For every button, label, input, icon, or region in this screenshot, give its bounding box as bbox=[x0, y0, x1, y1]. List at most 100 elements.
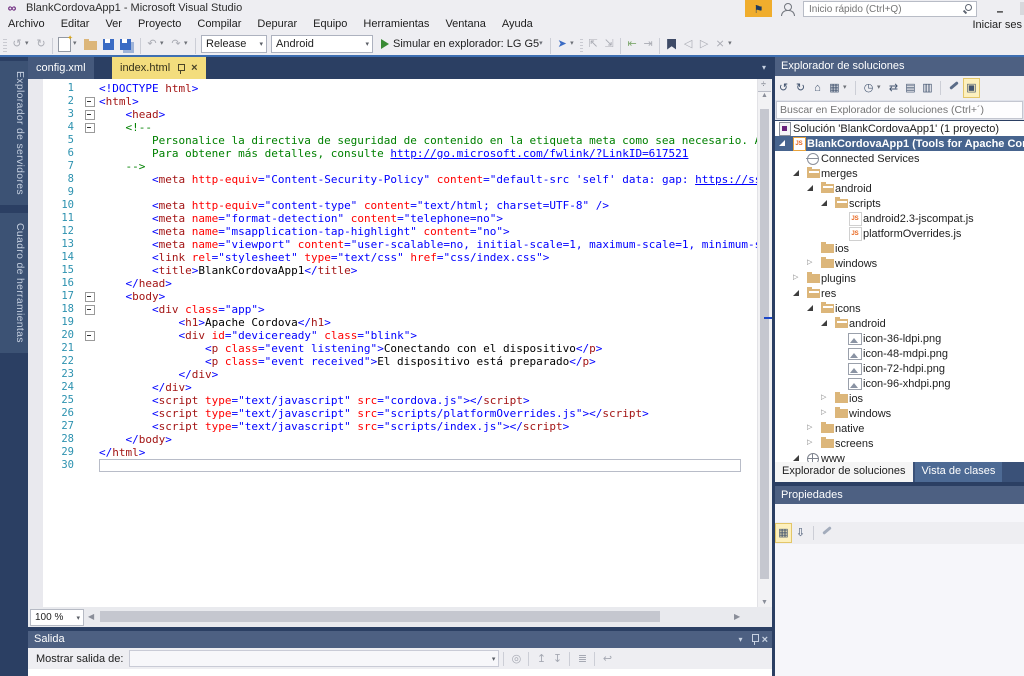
tree-item-ios[interactable]: ios bbox=[775, 391, 1024, 406]
code-line-6[interactable]: 6 Para obtener más detalles, consulte ht… bbox=[28, 147, 758, 160]
expander-closed-icon[interactable] bbox=[819, 406, 833, 421]
expander-closed-icon[interactable] bbox=[805, 436, 819, 451]
window-position-icon[interactable]: ▾ bbox=[734, 635, 748, 644]
scroll-left-icon[interactable]: ◀ bbox=[88, 612, 94, 621]
panel-tab-vista-de-clases[interactable]: Vista de clases bbox=[915, 462, 1003, 482]
tree-item-android[interactable]: android bbox=[775, 316, 1024, 331]
document-list-dropdown-icon[interactable] bbox=[762, 63, 766, 72]
solution-search-input[interactable] bbox=[776, 101, 1023, 119]
expander-open-icon[interactable] bbox=[777, 136, 791, 151]
code-line-15[interactable]: 15 <title>BlankCordovaApp1</title> bbox=[28, 264, 758, 277]
clear-bookmarks-icon[interactable]: ⨯ bbox=[712, 34, 728, 54]
tree-item-connected-services[interactable]: Connected Services bbox=[775, 151, 1024, 166]
expander-open-icon[interactable] bbox=[819, 316, 833, 331]
decrease-indent-icon[interactable]: ⇤ bbox=[624, 34, 640, 54]
new-item-dropdown-icon[interactable]: ▾ bbox=[73, 34, 81, 54]
toolbar-grip[interactable] bbox=[3, 39, 7, 53]
tree-item-android2.3-jscompat.js[interactable]: android2.3-jscompat.js bbox=[775, 211, 1024, 226]
code-editor[interactable]: 1<!DOCTYPE html>2<html>3 <head>4 <!--5 P… bbox=[28, 79, 772, 607]
navigate-forward-code-icon[interactable]: ⇲ bbox=[601, 34, 617, 54]
toolbar-overflow-icon[interactable]: ▾ bbox=[570, 34, 578, 54]
clear-all-icon[interactable]: ≣ bbox=[574, 652, 590, 665]
document-tab-index.html[interactable]: index.html bbox=[112, 57, 206, 79]
code-line-24[interactable]: 24 </div> bbox=[28, 381, 758, 394]
code-line-17[interactable]: 17 <body> bbox=[28, 290, 758, 303]
tool-tab-cuadro[interactable]: Cuadro de herramientas bbox=[0, 213, 30, 353]
toggle-bookmark-icon[interactable] bbox=[667, 39, 676, 50]
scope-dropdown-icon[interactable]: ▾ bbox=[843, 78, 851, 98]
code-line-30[interactable]: 30 bbox=[28, 459, 758, 472]
tree-item-ios[interactable]: ios bbox=[775, 241, 1024, 256]
show-all-files-icon[interactable]: ▣ bbox=[963, 78, 980, 98]
redo-icon[interactable]: ↷ bbox=[168, 34, 184, 54]
attach-to-process-icon[interactable]: ➤ bbox=[554, 34, 570, 54]
tree-item-plugins[interactable]: plugins bbox=[775, 271, 1024, 286]
solution-search-box[interactable] bbox=[775, 100, 1024, 120]
horizontal-scroll-thumb[interactable] bbox=[100, 611, 660, 622]
navigate-backward-code-icon[interactable]: ⇱ bbox=[585, 34, 601, 54]
tree-item-icons[interactable]: icons bbox=[775, 301, 1024, 316]
home-icon[interactable]: ⌂ bbox=[809, 77, 826, 99]
categorized-icon[interactable]: ▦ bbox=[775, 523, 792, 543]
expander-open-icon[interactable] bbox=[805, 181, 819, 196]
minimize-button[interactable] bbox=[990, 2, 1010, 15]
sync-with-active-document-icon[interactable]: ⇄ bbox=[885, 77, 902, 99]
expander-open-icon[interactable] bbox=[819, 196, 833, 211]
quick-launch-box[interactable] bbox=[803, 1, 977, 17]
code-line-27[interactable]: 27 <script type="text/javascript" src="s… bbox=[28, 420, 758, 433]
pin-icon[interactable] bbox=[177, 63, 185, 74]
code-area[interactable]: 1<!DOCTYPE html>2<html>3 <head>4 <!--5 P… bbox=[28, 82, 758, 472]
code-line-3[interactable]: 3 <head> bbox=[28, 108, 758, 121]
code-line-18[interactable]: 18 <div class="app"> bbox=[28, 303, 758, 316]
code-line-9[interactable]: 9 bbox=[28, 186, 758, 199]
previous-bookmark-icon[interactable]: ◁ bbox=[680, 34, 696, 54]
run-icon[interactable] bbox=[381, 39, 389, 49]
code-line-19[interactable]: 19 <h1>Apache Cordova</h1> bbox=[28, 316, 758, 329]
increase-indent-icon[interactable]: ⇥ bbox=[640, 34, 656, 54]
properties-wrench-icon[interactable] bbox=[820, 524, 834, 542]
menu-compilar[interactable]: Compilar bbox=[189, 17, 249, 31]
code-line-14[interactable]: 14 <link rel="stylesheet" type="text/css… bbox=[28, 251, 758, 264]
code-line-10[interactable]: 10 <meta http-equiv="content-type" conte… bbox=[28, 199, 758, 212]
properties-page-icon[interactable]: ▤ bbox=[902, 77, 919, 99]
new-item-icon[interactable] bbox=[58, 37, 71, 52]
editor-horizontal-scrollbar[interactable] bbox=[100, 611, 730, 622]
toolbar-overflow2-icon[interactable]: ▾ bbox=[728, 34, 736, 54]
tree-item-icon-48-mdpi.png[interactable]: icon-48-mdpi.png bbox=[775, 346, 1024, 361]
scroll-right-icon[interactable]: ▶ bbox=[734, 612, 740, 621]
tree-item-merges[interactable]: merges bbox=[775, 166, 1024, 181]
code-line-8[interactable]: 8 <meta http-equiv="Content-Security-Pol… bbox=[28, 173, 758, 186]
vertical-scroll-thumb[interactable] bbox=[760, 109, 769, 579]
expander-open-icon[interactable] bbox=[791, 166, 805, 181]
properties-object-combo[interactable] bbox=[775, 504, 1024, 522]
tree-item-windows[interactable]: windows bbox=[775, 406, 1024, 421]
document-tab-config.xml[interactable]: config.xml bbox=[28, 57, 94, 79]
sign-in-link[interactable]: Iniciar ses bbox=[972, 19, 1024, 31]
code-line-16[interactable]: 16 </head> bbox=[28, 277, 758, 290]
menu-ventana[interactable]: Ventana bbox=[437, 17, 493, 31]
code-line-29[interactable]: 29</html> bbox=[28, 446, 758, 459]
tree-item-icon-72-hdpi.png[interactable]: icon-72-hdpi.png bbox=[775, 361, 1024, 376]
properties-grid[interactable] bbox=[775, 544, 1024, 676]
expander-closed-icon[interactable] bbox=[805, 421, 819, 436]
code-line-11[interactable]: 11 <meta name="format-detection" content… bbox=[28, 212, 758, 225]
expander-open-icon[interactable] bbox=[791, 451, 805, 462]
user-icon[interactable] bbox=[780, 3, 794, 15]
expander-open-icon[interactable] bbox=[805, 301, 819, 316]
properties-panel-header[interactable]: Propiedades bbox=[775, 486, 1024, 504]
code-line-22[interactable]: 22 <p class="event received">El disposit… bbox=[28, 355, 758, 368]
output-panel-header[interactable]: Salida ▾ bbox=[28, 631, 772, 648]
close-icon[interactable] bbox=[762, 634, 768, 646]
quick-launch-input[interactable] bbox=[807, 2, 961, 16]
tree-item-screens[interactable]: screens bbox=[775, 436, 1024, 451]
code-line-26[interactable]: 26 <script type="text/javascript" src="s… bbox=[28, 407, 758, 420]
tree-item-res[interactable]: res bbox=[775, 286, 1024, 301]
tree-item-scripts[interactable]: scripts bbox=[775, 196, 1024, 211]
tree-item-icon-96-xhdpi.png[interactable]: icon-96-xhdpi.png bbox=[775, 376, 1024, 391]
collapse-all-icon[interactable]: ▦ bbox=[826, 77, 843, 99]
menu-archivo[interactable]: Archivo bbox=[0, 17, 53, 31]
redo-dropdown-icon[interactable]: ▾ bbox=[184, 34, 192, 54]
run-button[interactable]: Simular en explorador: LG G5 bbox=[393, 38, 539, 50]
tool-tab-explorador[interactable]: Explorador de servidores bbox=[0, 61, 30, 205]
tree-item-native[interactable]: native bbox=[775, 421, 1024, 436]
